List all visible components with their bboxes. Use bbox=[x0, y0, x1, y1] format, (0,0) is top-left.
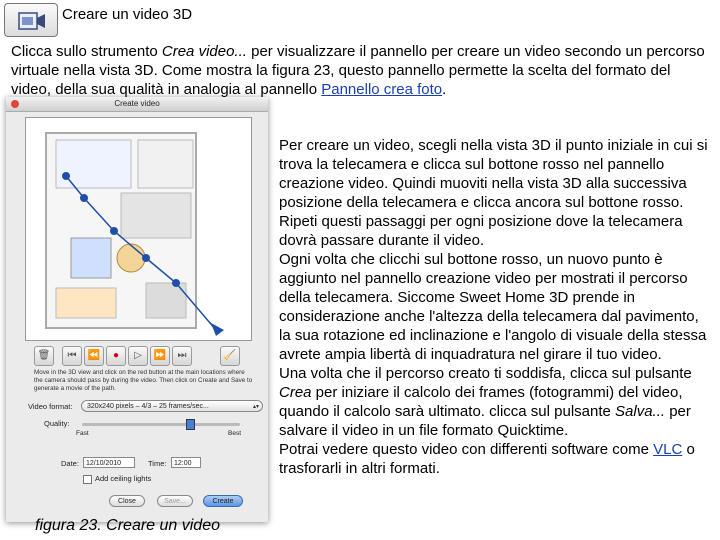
clear-button[interactable]: 🧹 bbox=[220, 346, 240, 366]
paragraph-start: Per creare un video, scegli nella vista … bbox=[279, 137, 708, 249]
broom-icon: 🧹 bbox=[223, 350, 237, 361]
floor-plan-image bbox=[45, 132, 224, 336]
save-button[interactable]: Save... bbox=[157, 495, 193, 507]
close-button[interactable]: Close bbox=[109, 495, 145, 507]
go-to-end-button[interactable]: ⏭ bbox=[172, 346, 192, 366]
video-format-label: Video format: bbox=[28, 402, 73, 411]
paragraph-red-button: Ogni volta che clicchi sul bottone rosso… bbox=[279, 251, 707, 363]
trash-icon: 🗑 bbox=[37, 350, 51, 361]
time-label: Time: bbox=[148, 459, 167, 468]
intro-paragraph: Clicca sullo strumento Crea video... per… bbox=[11, 43, 705, 98]
date-label: Date: bbox=[61, 459, 79, 468]
help-text: Move in the 3D view and click on the red… bbox=[34, 369, 253, 392]
vlc-link[interactable]: VLC bbox=[653, 441, 682, 458]
go-to-start-button[interactable]: ⏮ bbox=[62, 346, 82, 366]
create-button[interactable]: Create bbox=[203, 495, 243, 507]
skip-forward-icon: ⏭ bbox=[177, 350, 187, 361]
quality-slider-knob[interactable] bbox=[186, 419, 195, 430]
video-format-select[interactable]: 320x240 pixels – 4/3 – 25 frames/sec... bbox=[81, 400, 263, 413]
create-video-tool-icon bbox=[4, 3, 58, 37]
record-button[interactable]: ● bbox=[106, 346, 126, 366]
fast-forward-button[interactable]: ⏩ bbox=[150, 346, 170, 366]
quality-slider[interactable] bbox=[82, 419, 240, 430]
ceiling-lights-label: Add ceiling lights bbox=[95, 474, 152, 483]
rewind-button[interactable]: ⏪ bbox=[84, 346, 104, 366]
ceiling-lights-checkbox[interactable] bbox=[83, 475, 92, 484]
page-title: Creare un video 3D bbox=[62, 6, 193, 23]
create-video-dialog: Create video 🗑 ⏮ ⏪ ● ▷ ⏩ ⏭ 🧹 Move in the… bbox=[6, 97, 268, 522]
play-button[interactable]: ▷ bbox=[128, 346, 148, 366]
play-icon: ▷ bbox=[134, 350, 142, 361]
paragraph-players: Potrai vedere questo video con different… bbox=[279, 441, 695, 477]
close-window-icon[interactable] bbox=[11, 100, 19, 108]
photo-panel-link[interactable]: Pannello crea foto bbox=[321, 81, 442, 98]
body-text: Per creare un video, scegli nella vista … bbox=[279, 136, 711, 478]
plan-view bbox=[25, 117, 252, 341]
date-field[interactable]: 12/10/2010 bbox=[83, 457, 135, 468]
quality-label: Quality: bbox=[44, 419, 70, 428]
video-camera-icon bbox=[18, 12, 45, 30]
skip-back-icon: ⏮ bbox=[67, 350, 77, 361]
fast-forward-icon: ⏩ bbox=[153, 350, 167, 361]
record-icon: ● bbox=[112, 350, 120, 361]
figure-caption: figura 23. Creare un video bbox=[35, 517, 220, 534]
paragraph-create-save: Una volta che il percorso creato ti sodd… bbox=[279, 365, 692, 439]
create-video-tool-name: Crea video... bbox=[161, 43, 247, 60]
quality-fast-label: Fast bbox=[76, 430, 89, 437]
quality-best-label: Best bbox=[228, 430, 242, 437]
dialog-title: Create video bbox=[6, 97, 268, 112]
delete-path-button[interactable]: 🗑 bbox=[34, 346, 54, 366]
rewind-icon: ⏪ bbox=[87, 350, 101, 361]
video-toolbar: 🗑 ⏮ ⏪ ● ▷ ⏩ ⏭ 🧹 bbox=[34, 344, 244, 368]
create-button-name: Crea bbox=[279, 384, 312, 401]
time-field[interactable]: 12:00 bbox=[171, 457, 201, 468]
save-button-name: Salva... bbox=[615, 403, 666, 420]
